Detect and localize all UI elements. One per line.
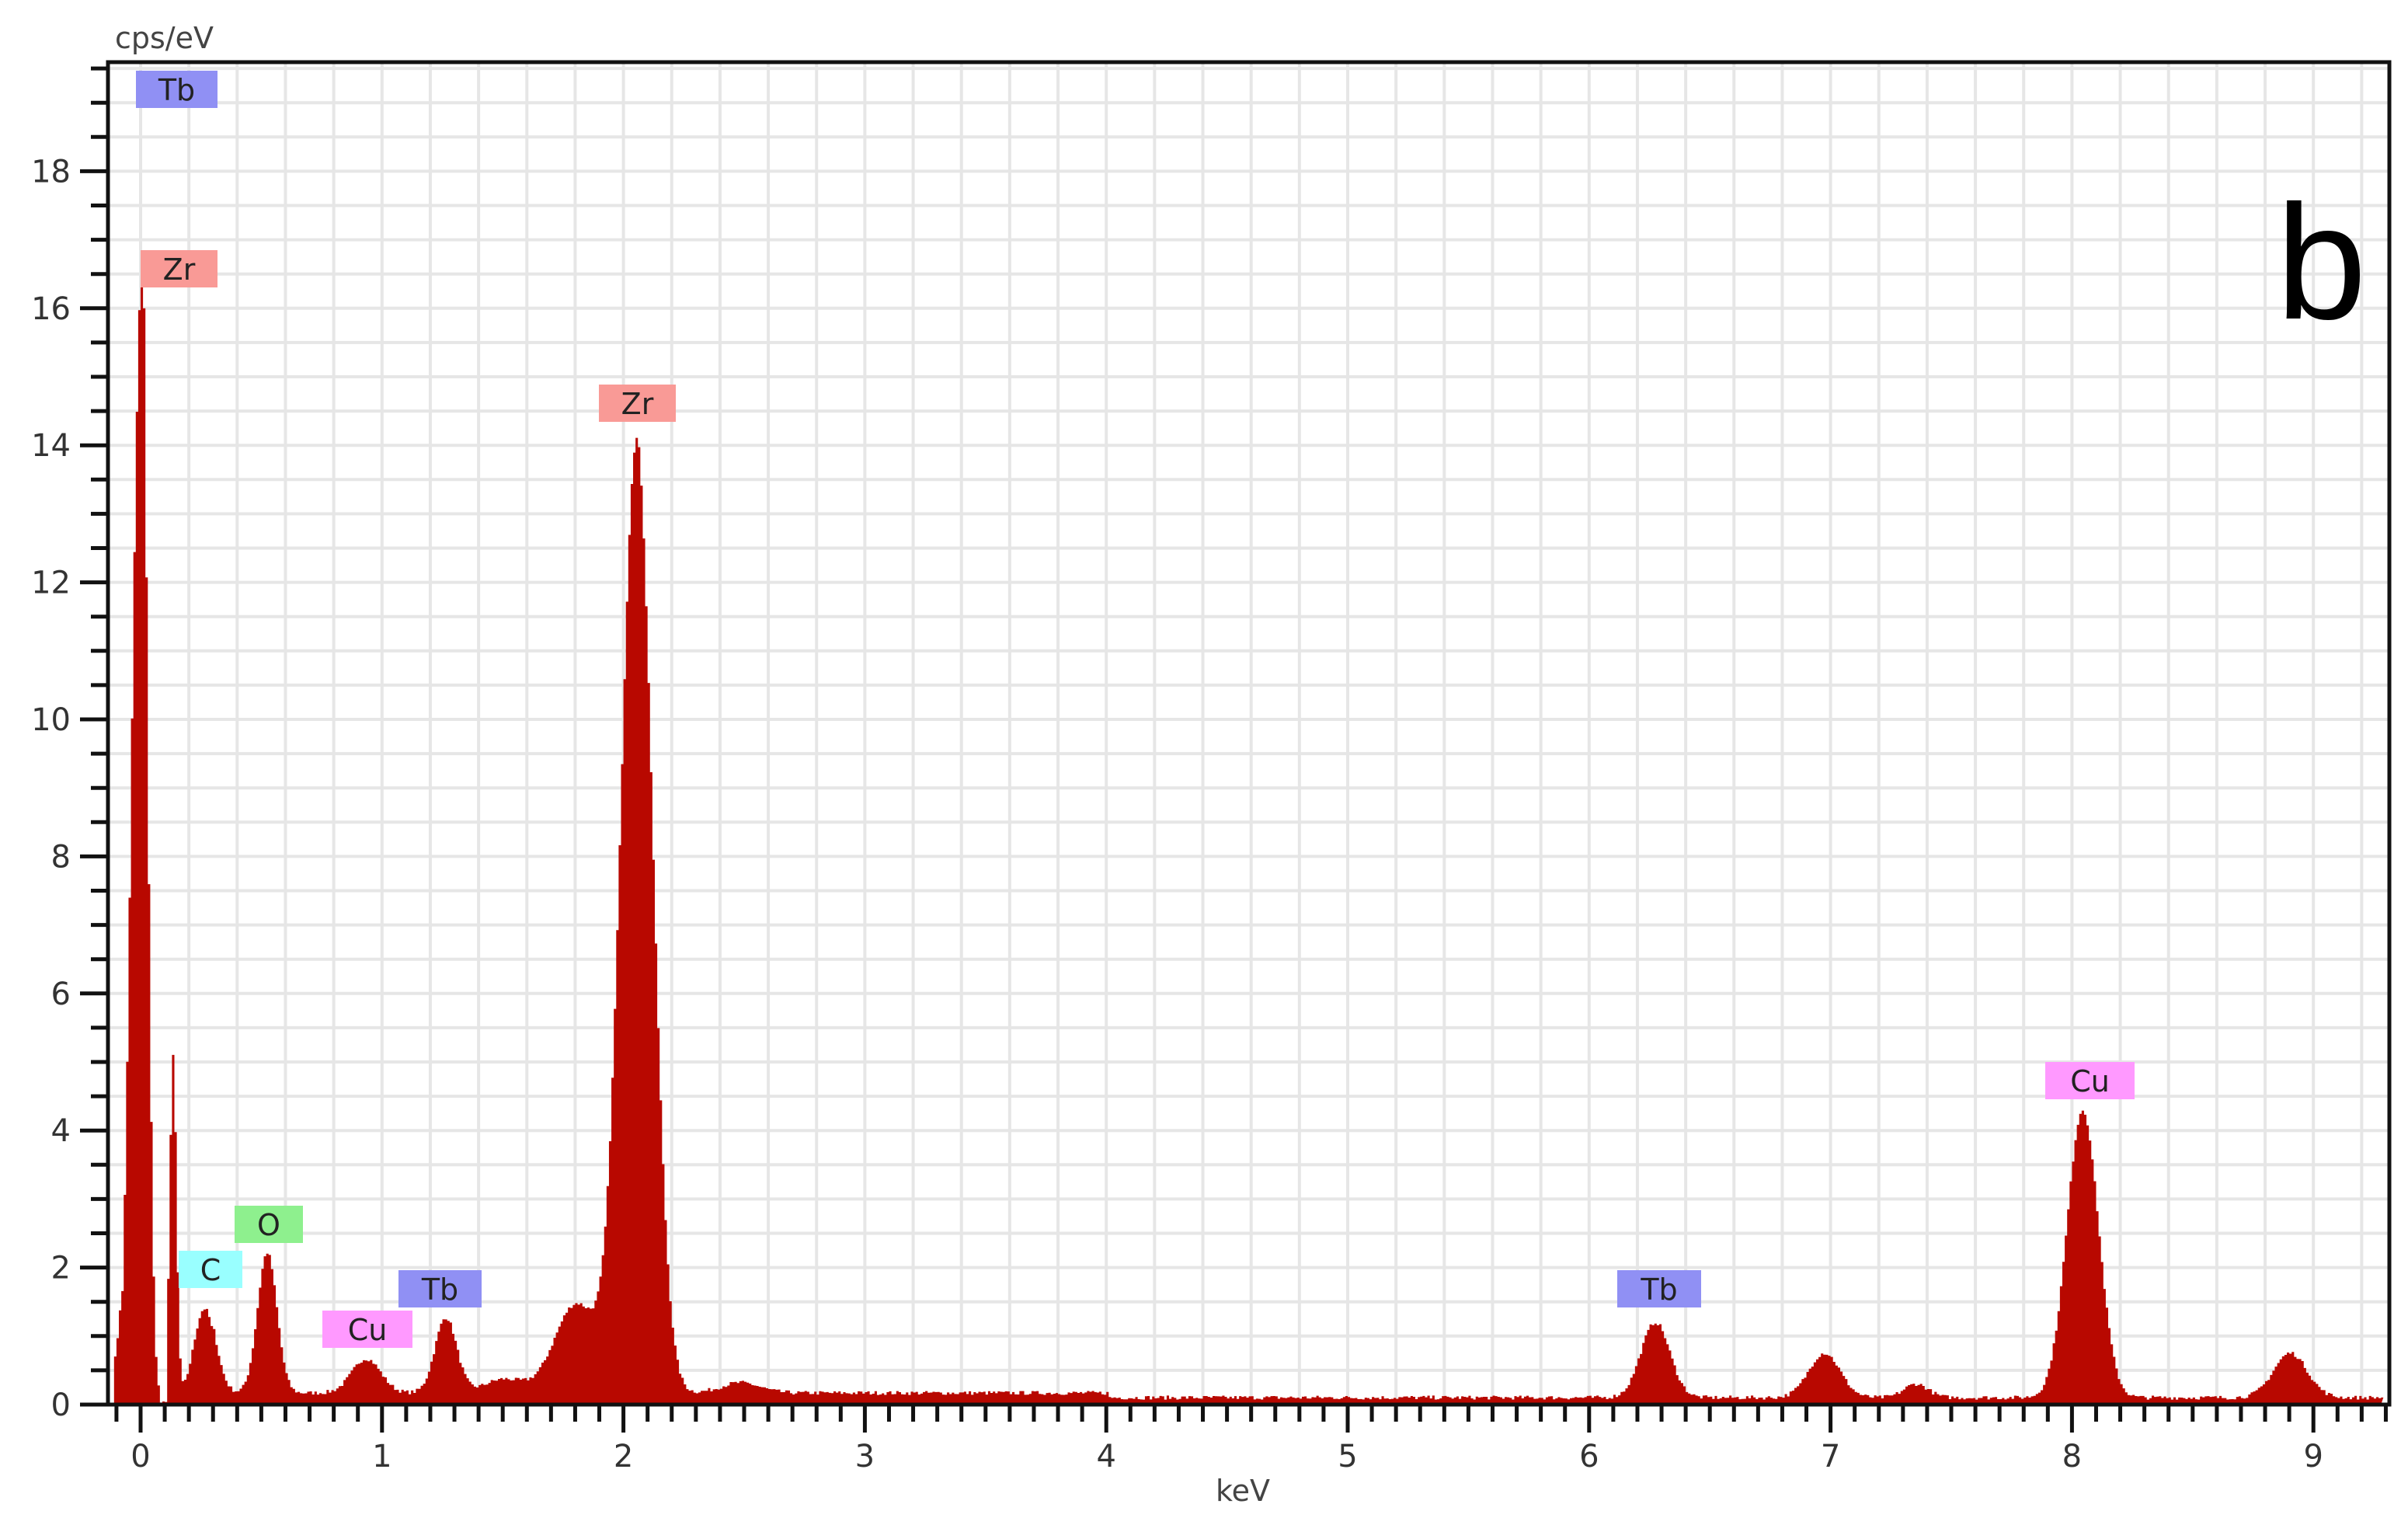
x-tick-label: 4 [1096, 1439, 1115, 1474]
y-tick-label: 0 [51, 1387, 71, 1423]
y-tick-label: 6 [51, 977, 71, 1012]
plot-frame [106, 60, 2392, 1407]
x-tick-label: 7 [1821, 1439, 1840, 1474]
y-tick-label: 8 [51, 839, 71, 875]
x-tick-label: 6 [1579, 1439, 1599, 1474]
x-tick-label: 9 [2303, 1439, 2323, 1474]
peak-label-tb: Tb [398, 1270, 482, 1307]
peak-label-text: Cu [348, 1313, 388, 1347]
panel-letter: b [2276, 171, 2367, 353]
y-tick-label: 16 [31, 291, 71, 327]
peak-labels: Tb Zr Zr C O Cu Tb Tb Cu [136, 71, 2135, 1348]
peak-label-text: C [200, 1253, 221, 1287]
eds-spectrum-chart: 0 1 2 3 4 5 6 7 8 9024681012141618 TbZrZrCOCuTb Tb… [31, 21, 2392, 1508]
peak-label-cu: Cu [322, 1311, 412, 1348]
y-axis-title: cps/eV [115, 21, 214, 55]
x-tick-label: 3 [855, 1439, 875, 1474]
x-axis-title: keV [1216, 1474, 1270, 1508]
peak-label-text: Tb [1640, 1273, 1677, 1307]
peak-label-text: Cu [2070, 1064, 2110, 1098]
peak-label-text: Zr [163, 252, 196, 287]
peak-label-zr: Zr [599, 385, 676, 422]
peak-label-tb: Tb [136, 71, 217, 108]
x-tick-label: 2 [614, 1439, 633, 1474]
y-tick-label: 10 [31, 702, 71, 738]
grid [108, 62, 2389, 1405]
peak-label-c: C [179, 1251, 242, 1288]
peak-label-text: Tb [421, 1273, 458, 1307]
axis-ticks: 0 1 2 3 4 5 6 7 8 9024681012141618 [31, 66, 2388, 1474]
y-tick-label: 18 [31, 154, 71, 190]
x-tick-label: 5 [1338, 1439, 1357, 1474]
peak-label-cu: Cu [2045, 1062, 2135, 1099]
x-tick-label: 0 [130, 1439, 150, 1474]
peak-label-tb: Tb [1617, 1270, 1701, 1307]
peak-label-text: Tb [158, 73, 195, 107]
y-tick-label: 4 [51, 1113, 71, 1149]
peak-label-zr: Zr [141, 250, 217, 287]
y-tick-label: 12 [31, 566, 71, 601]
x-tick-label: 8 [2062, 1439, 2082, 1474]
x-tick-label: 1 [372, 1439, 391, 1474]
y-tick-label: 14 [31, 428, 71, 464]
peak-label-o: O [235, 1206, 303, 1243]
peak-label-text: Zr [621, 387, 654, 421]
y-tick-label: 2 [51, 1251, 71, 1286]
peak-label-text: O [257, 1208, 280, 1242]
